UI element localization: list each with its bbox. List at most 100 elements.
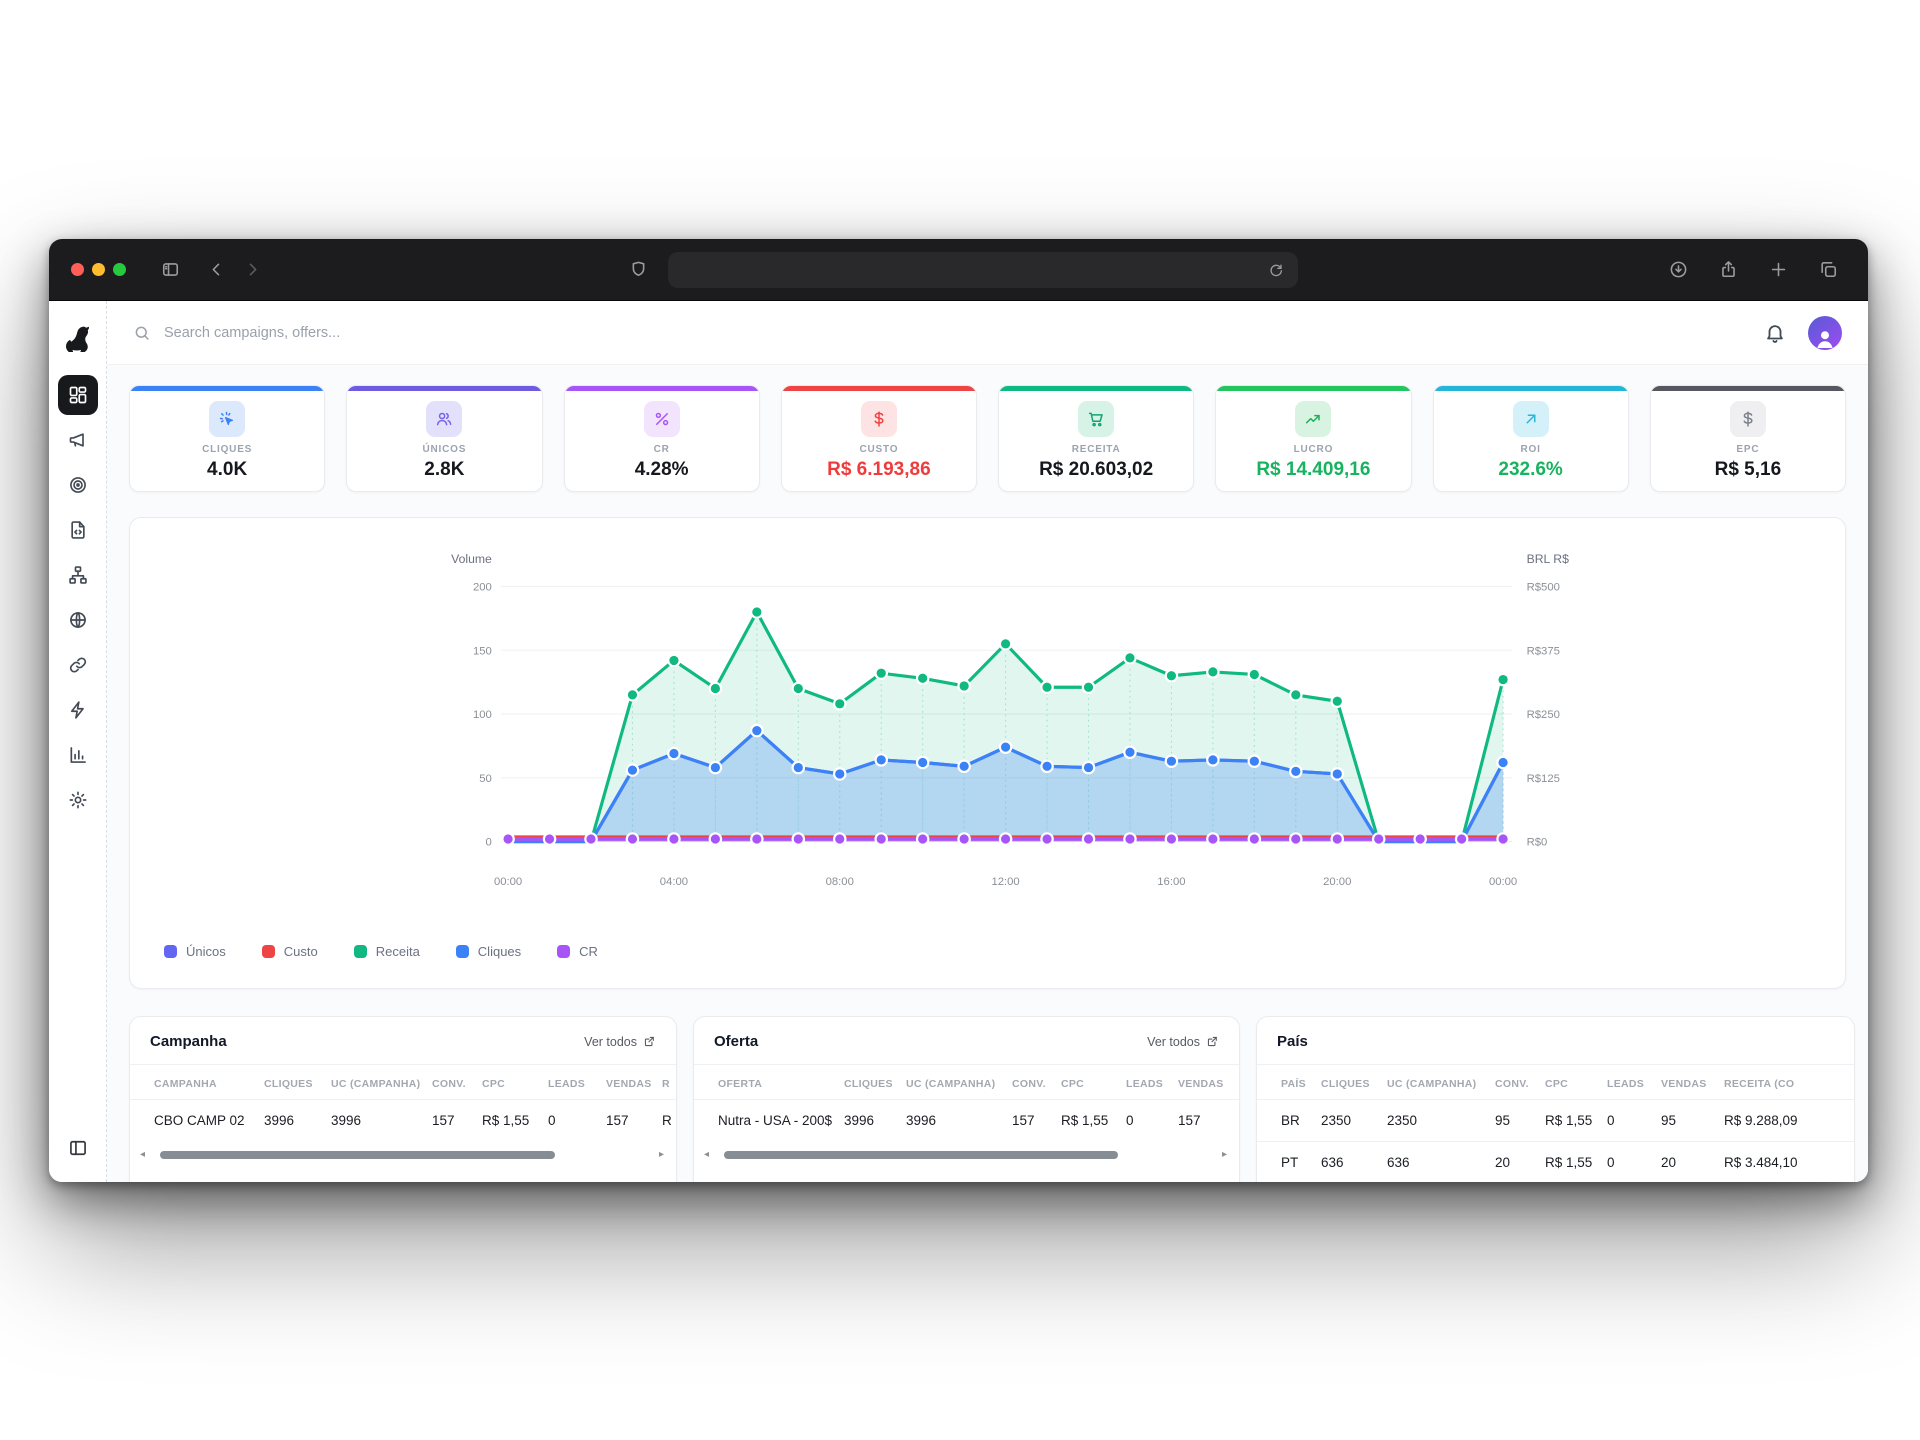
cr-point[interactable]	[1041, 833, 1052, 844]
cr-point[interactable]	[958, 833, 969, 844]
receita-point[interactable]	[793, 683, 804, 694]
receita-point[interactable]	[1332, 696, 1343, 707]
cr-point[interactable]	[1249, 833, 1260, 844]
cliques-point[interactable]	[1249, 755, 1260, 766]
cliques-point[interactable]	[1124, 747, 1135, 758]
ver-todos-link[interactable]: Ver todos	[584, 1035, 656, 1049]
cr-point[interactable]	[1456, 833, 1467, 844]
cr-point[interactable]	[876, 833, 887, 844]
cr-point[interactable]	[585, 833, 596, 844]
cliques-point[interactable]	[917, 757, 928, 768]
sidebar-item-offers[interactable]	[58, 465, 98, 505]
receita-point[interactable]	[1249, 669, 1260, 680]
cr-point[interactable]	[834, 833, 845, 844]
notifications-bell-icon[interactable]	[1764, 322, 1786, 344]
cr-point[interactable]	[1373, 833, 1384, 844]
receita-point[interactable]	[1041, 682, 1052, 693]
sidebar-item-settings[interactable]	[58, 780, 98, 820]
sidebar-item-domains[interactable]	[58, 600, 98, 640]
scroll-left-arrow[interactable]: ◂	[140, 1150, 145, 1160]
legend-item-receita[interactable]: Receita	[354, 944, 420, 959]
receita-point[interactable]	[627, 689, 638, 700]
receita-point[interactable]	[1000, 638, 1011, 649]
cr-point[interactable]	[502, 833, 513, 844]
scroll-right-arrow[interactable]: ▸	[659, 1150, 664, 1160]
cr-point[interactable]	[627, 833, 638, 844]
legend-item-custo[interactable]: Custo	[262, 944, 318, 959]
receita-point[interactable]	[1083, 682, 1094, 693]
sidebar-item-links[interactable]	[58, 645, 98, 685]
cr-point[interactable]	[668, 833, 679, 844]
legend-item-cliques[interactable]: Cliques	[456, 944, 521, 959]
cr-point[interactable]	[917, 833, 928, 844]
search-input[interactable]	[162, 324, 592, 342]
share-icon[interactable]	[1710, 254, 1746, 286]
scrollbar-track[interactable]	[152, 1151, 652, 1159]
cliques-point[interactable]	[1166, 755, 1177, 766]
sidebar-item-landing-code[interactable]	[58, 510, 98, 550]
scrollbar-track[interactable]	[716, 1151, 1215, 1159]
cr-point[interactable]	[1000, 833, 1011, 844]
cr-point[interactable]	[751, 833, 762, 844]
cr-point[interactable]	[710, 833, 721, 844]
scroll-left-arrow[interactable]: ◂	[704, 1150, 709, 1160]
cr-point[interactable]	[1124, 833, 1135, 844]
horizontal-scrollbar[interactable]: ◂▸	[694, 1141, 1239, 1160]
cr-point[interactable]	[1414, 833, 1425, 844]
sidebar-item-dashboard[interactable]	[58, 375, 98, 415]
close-button[interactable]	[71, 263, 84, 276]
downloads-icon[interactable]	[1660, 254, 1696, 286]
back-button[interactable]	[198, 254, 234, 286]
cliques-point[interactable]	[1497, 757, 1508, 768]
sidebar-collapse-icon[interactable]	[58, 1128, 98, 1168]
cliques-point[interactable]	[1290, 766, 1301, 777]
legend-item-únicos[interactable]: Únicos	[164, 944, 226, 959]
cr-point[interactable]	[1290, 833, 1301, 844]
cliques-point[interactable]	[1207, 754, 1218, 765]
cliques-point[interactable]	[876, 754, 887, 765]
scrollbar-thumb[interactable]	[724, 1151, 1118, 1159]
receita-point[interactable]	[958, 680, 969, 691]
user-avatar[interactable]	[1808, 316, 1842, 350]
receita-point[interactable]	[876, 667, 887, 678]
receita-point[interactable]	[751, 606, 762, 617]
receita-point[interactable]	[917, 673, 928, 684]
receita-point[interactable]	[834, 698, 845, 709]
cr-point[interactable]	[544, 833, 555, 844]
browser-sidebar-toggle-icon[interactable]	[152, 254, 188, 286]
cr-point[interactable]	[1166, 833, 1177, 844]
cliques-point[interactable]	[1041, 761, 1052, 772]
ver-todos-link[interactable]: Ver todos	[1147, 1035, 1219, 1049]
zoom-button[interactable]	[113, 263, 126, 276]
address-bar[interactable]	[668, 252, 1298, 288]
scrollbar-thumb[interactable]	[160, 1151, 555, 1159]
cr-point[interactable]	[1083, 833, 1094, 844]
sidebar-item-reports[interactable]	[58, 735, 98, 775]
cliques-point[interactable]	[1083, 762, 1094, 773]
cr-point[interactable]	[1207, 833, 1218, 844]
cliques-point[interactable]	[751, 725, 762, 736]
cliques-point[interactable]	[793, 762, 804, 773]
receita-point[interactable]	[1290, 689, 1301, 700]
cliques-point[interactable]	[834, 768, 845, 779]
forward-button[interactable]	[234, 254, 270, 286]
sidebar-item-campaigns[interactable]	[58, 420, 98, 460]
privacy-shield-icon[interactable]	[620, 254, 656, 286]
cliques-point[interactable]	[710, 762, 721, 773]
receita-point[interactable]	[1124, 652, 1135, 663]
cliques-point[interactable]	[958, 761, 969, 772]
sidebar-item-flows[interactable]	[58, 555, 98, 595]
receita-point[interactable]	[668, 655, 679, 666]
reload-icon[interactable]	[1263, 257, 1289, 283]
receita-point[interactable]	[710, 683, 721, 694]
horizontal-scrollbar[interactable]: ◂▸	[130, 1141, 676, 1160]
cliques-point[interactable]	[627, 764, 638, 775]
sidebar-item-automations[interactable]	[58, 690, 98, 730]
cr-point[interactable]	[1497, 833, 1508, 844]
receita-point[interactable]	[1497, 674, 1508, 685]
receita-point[interactable]	[1207, 666, 1218, 677]
receita-point[interactable]	[1166, 670, 1177, 681]
tab-overview-icon[interactable]	[1810, 254, 1846, 286]
scroll-right-arrow[interactable]: ▸	[1222, 1150, 1227, 1160]
cliques-point[interactable]	[1000, 741, 1011, 752]
